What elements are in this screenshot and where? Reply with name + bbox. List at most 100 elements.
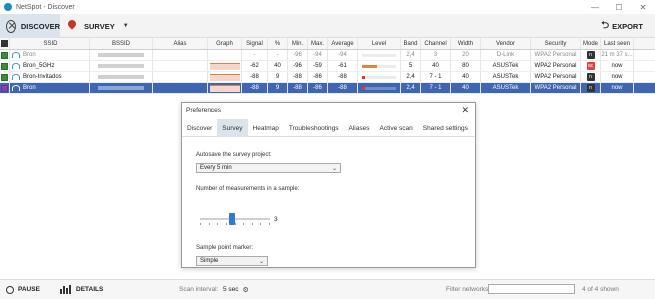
mode-icon: n xyxy=(586,51,595,59)
row-checkbox[interactable] xyxy=(0,50,10,60)
networks-table: SSID BSSID Alias Graph Signal % Min. Max… xyxy=(0,38,655,94)
column-header-width[interactable]: Width xyxy=(451,38,481,49)
average-cell: -61 xyxy=(328,61,358,71)
percent-cell: 9 xyxy=(268,83,288,93)
signal-sparkline xyxy=(209,62,240,70)
details-button[interactable]: DETAILS xyxy=(60,285,103,294)
table-row[interactable]: Bron_5GHz -62 40 -96 -59 -61 5 40 80 ASUSTek WPA2 … xyxy=(0,61,655,72)
column-header-ssid[interactable]: SSID xyxy=(10,38,90,49)
bssid-cell xyxy=(90,83,153,93)
ssid-cell: Bron-Invitados xyxy=(10,72,90,82)
autosave-value: Every 5 min xyxy=(200,165,232,171)
column-header-level[interactable]: Level xyxy=(358,38,401,49)
table-row[interactable]: Bron - - -96 -94 -94 2,4 3 20 D-Link WPA2 Personal… xyxy=(0,50,655,61)
table-header: SSID BSSID Alias Graph Signal % Min. Max… xyxy=(0,38,655,50)
signal-cell: -88 xyxy=(242,83,268,93)
ssid-cell: Bron_5GHz xyxy=(10,61,90,71)
column-header-graph[interactable]: Graph xyxy=(208,38,242,49)
title-bar: NetSpot - Discover — ☐ ✕ xyxy=(0,0,655,14)
percent-cell: 40 xyxy=(268,61,288,71)
security-cell: WPA2 Personal xyxy=(531,83,581,93)
mode-cell: n xyxy=(581,83,601,93)
signal-cell: - xyxy=(242,50,268,60)
row-checkbox[interactable] xyxy=(0,83,10,93)
tab-aliases[interactable]: Aliases xyxy=(344,119,375,137)
column-header-alias[interactable]: Alias xyxy=(153,38,208,49)
autosave-select[interactable]: Every 5 min ⌄ xyxy=(196,163,341,173)
measurements-slider-thumb[interactable] xyxy=(229,213,235,225)
wifi-icon xyxy=(12,85,20,91)
select-all-checkbox[interactable] xyxy=(0,38,10,49)
column-header-last-seen[interactable]: Last seen xyxy=(601,38,634,49)
max-cell: -86 xyxy=(308,83,328,93)
discover-label: DISCOVER xyxy=(20,21,60,31)
status-bar: PAUSE DETAILS Scan interval: 5 sec ⚙ Fil… xyxy=(0,279,655,299)
band-cell: 2,4 xyxy=(401,50,421,60)
scan-interval-select[interactable]: 5 sec ⚙ xyxy=(223,286,249,294)
level-bar xyxy=(362,75,396,79)
discover-tab[interactable]: DISCOVER xyxy=(0,14,60,38)
min-cell: -88 xyxy=(288,83,308,93)
close-icon[interactable]: ✕ xyxy=(461,105,469,116)
tab-discover[interactable]: Discover xyxy=(182,119,217,137)
bssid-cell xyxy=(90,72,153,82)
security-cell: WPA2 Personal xyxy=(531,50,581,60)
chevron-down-icon[interactable]: ▼ xyxy=(123,23,129,29)
average-cell: -88 xyxy=(328,83,358,93)
column-header-security[interactable]: Security xyxy=(531,38,581,49)
column-header-percent[interactable]: % xyxy=(268,38,288,49)
row-checkbox[interactable] xyxy=(0,72,10,82)
tab-survey[interactable]: Survey xyxy=(217,119,248,137)
column-header-band[interactable]: Band xyxy=(401,38,421,49)
level-cell xyxy=(358,50,401,60)
marker-select[interactable]: Simple ⌄ xyxy=(196,256,268,266)
bssid-redacted xyxy=(98,53,144,57)
column-header-channel[interactable]: Channel xyxy=(421,38,451,49)
export-button[interactable]: ⮌ EXPORT xyxy=(593,14,651,38)
last-seen-cell: now xyxy=(601,83,634,93)
last-seen-cell: 21 m 37 s... xyxy=(601,50,634,60)
percent-cell: 9 xyxy=(268,72,288,82)
column-header-max[interactable]: Max. xyxy=(308,38,328,49)
details-label: DETAILS xyxy=(76,286,104,293)
tab-troubleshootings[interactable]: Troubleshootings xyxy=(284,119,344,137)
max-cell: -59 xyxy=(308,61,328,71)
tab-active-scan[interactable]: Active scan xyxy=(375,119,418,137)
minimize-button[interactable]: — xyxy=(583,0,607,14)
row-checkbox[interactable] xyxy=(0,61,10,71)
column-header-vendor[interactable]: Vendor xyxy=(481,38,531,49)
table-row[interactable]: Bron -88 9 -88 -86 -88 2,4 7 - 1 40 ASUSTek WPA2 P… xyxy=(0,83,655,94)
channel-cell: 3 xyxy=(421,50,451,60)
bar-chart-icon xyxy=(60,285,72,294)
level-bar xyxy=(362,64,396,68)
scan-interval-label: Scan interval: xyxy=(179,286,219,293)
pause-button[interactable]: PAUSE xyxy=(6,285,40,294)
survey-tab[interactable]: SURVEY ▼ xyxy=(67,14,132,38)
bssid-redacted xyxy=(98,75,144,79)
chevron-down-icon: ⌄ xyxy=(331,166,337,172)
min-cell: -88 xyxy=(288,72,308,82)
tab-shared-settings[interactable]: Shared settings xyxy=(418,119,473,137)
filter-label: Filter networks: xyxy=(446,286,491,293)
column-header-bssid[interactable]: BSSID xyxy=(90,38,153,49)
close-window-button[interactable]: ✕ xyxy=(631,0,655,14)
last-seen-cell: now xyxy=(601,72,634,82)
filter-networks-input[interactable] xyxy=(488,284,575,294)
measurements-slider-track[interactable] xyxy=(200,218,270,220)
column-header-min[interactable]: Min. xyxy=(288,38,308,49)
min-cell: -96 xyxy=(288,50,308,60)
tab-heatmap[interactable]: Heatmap xyxy=(248,119,284,137)
width-cell: 40 xyxy=(451,83,481,93)
gear-icon[interactable]: ⚙ xyxy=(243,286,249,294)
measurements-value: 3 xyxy=(274,216,278,223)
table-row[interactable]: Bron-Invitados -88 9 -88 -86 -88 2,4 7 - 1 40 ASU… xyxy=(0,72,655,83)
column-header-signal[interactable]: Signal xyxy=(242,38,268,49)
percent-cell: - xyxy=(268,50,288,60)
maximize-button[interactable]: ☐ xyxy=(607,0,631,14)
column-header-average[interactable]: Average xyxy=(328,38,358,49)
column-header-mode[interactable]: Mode xyxy=(581,38,601,49)
last-seen-cell: now xyxy=(601,61,634,71)
band-cell: 2,4 xyxy=(401,83,421,93)
bssid-cell xyxy=(90,61,153,71)
alias-cell xyxy=(153,61,208,71)
